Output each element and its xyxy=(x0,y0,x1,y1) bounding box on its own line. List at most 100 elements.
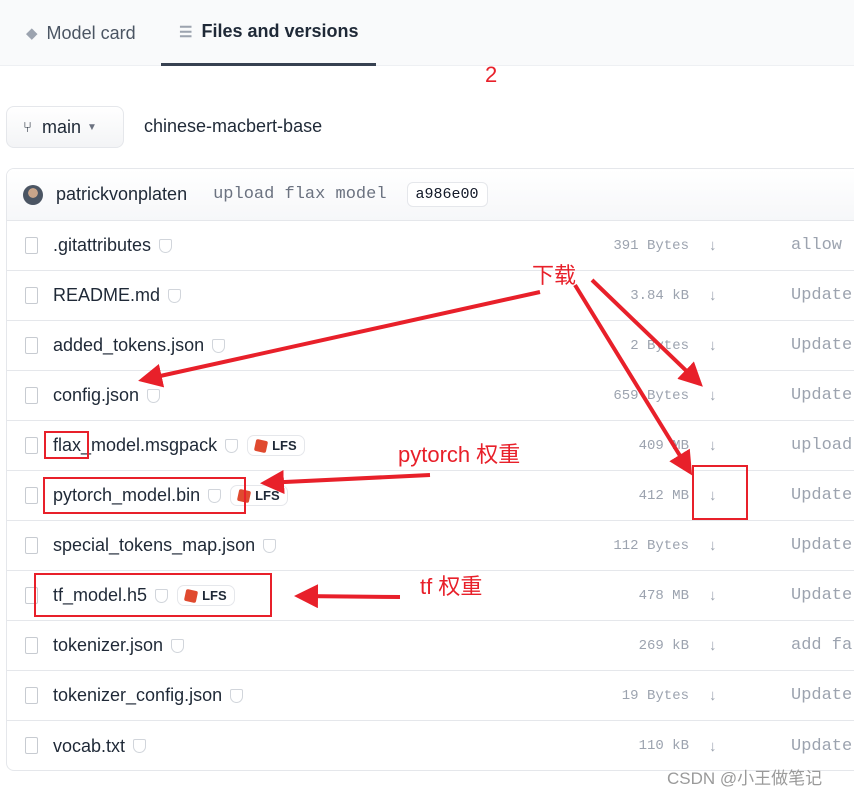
file-row: tokenizer.json 269 kB ↓ add fa xyxy=(7,621,854,671)
watermark: CSDN @小王做笔记 xyxy=(667,769,823,788)
shield-check-icon xyxy=(225,438,239,453)
lfs-cube-icon xyxy=(236,488,252,503)
lfs-cube-icon xyxy=(183,588,199,603)
file-icon xyxy=(25,537,38,554)
file-icon xyxy=(25,687,38,704)
file-icon xyxy=(25,587,38,604)
file-name-link[interactable]: flax_model.msgpack xyxy=(53,435,217,456)
file-commit-message[interactable]: upload xyxy=(791,436,852,455)
file-icon xyxy=(25,737,38,754)
commit-message[interactable]: upload flax model xyxy=(213,185,386,204)
lfs-badge: LFS xyxy=(177,585,235,606)
annotation-tf: tf 权重 xyxy=(420,574,483,599)
file-size: 269 kB xyxy=(638,637,689,654)
last-commit-header: patrickvonplaten upload flax model a986e… xyxy=(7,169,854,221)
file-size: 409 MB xyxy=(638,437,689,454)
file-size: 110 kB xyxy=(638,738,689,754)
files-icon: ☰ xyxy=(179,23,193,41)
file-commit-message[interactable]: add fa xyxy=(791,636,852,655)
file-icon xyxy=(25,487,38,504)
shield-check-icon xyxy=(171,638,185,653)
shield-check-icon xyxy=(155,588,169,603)
download-icon[interactable]: ↓ xyxy=(709,387,717,404)
file-icon xyxy=(25,337,38,354)
annotation-download: 下载 xyxy=(532,263,577,288)
shield-check-icon xyxy=(212,338,226,353)
lfs-cube-icon xyxy=(253,438,269,453)
repo-name: chinese-macbert-base xyxy=(144,116,323,136)
file-icon xyxy=(25,637,38,654)
avatar[interactable] xyxy=(23,184,43,205)
shield-check-icon xyxy=(133,739,147,753)
file-row: tokenizer_config.json 19 Bytes ↓ Update xyxy=(7,671,854,721)
file-size: 2 Bytes xyxy=(630,337,689,354)
file-row: special_tokens_map.json 112 Bytes ↓ Upda… xyxy=(7,521,854,571)
shield-check-icon xyxy=(208,488,222,503)
lfs-badge: LFS xyxy=(247,435,305,456)
download-icon[interactable]: ↓ xyxy=(709,487,717,504)
download-icon[interactable]: ↓ xyxy=(709,437,717,454)
file-name-link[interactable]: tokenizer_config.json xyxy=(53,685,222,706)
shield-check-icon xyxy=(147,388,161,403)
file-name-link[interactable]: special_tokens_map.json xyxy=(53,535,255,556)
download-icon[interactable]: ↓ xyxy=(709,237,717,254)
file-size: 478 MB xyxy=(638,587,689,604)
annotation-pytorch: pytorch 权重 xyxy=(398,442,521,467)
download-icon[interactable]: ↓ xyxy=(709,738,717,755)
file-icon xyxy=(25,437,38,454)
download-icon[interactable]: ↓ xyxy=(709,537,717,554)
file-icon xyxy=(25,387,38,404)
download-icon[interactable]: ↓ xyxy=(709,587,717,604)
file-name-link[interactable]: README.md xyxy=(53,285,160,306)
lfs-badge: LFS xyxy=(230,485,288,506)
shield-check-icon xyxy=(168,288,182,303)
shield-check-icon xyxy=(263,538,277,553)
file-commit-message[interactable]: Update xyxy=(791,586,852,605)
file-name-link[interactable]: .gitattributes xyxy=(53,235,151,256)
annotation-number: 2 xyxy=(485,62,498,87)
file-commit-message[interactable]: Update xyxy=(791,336,852,355)
git-branch-icon: ⑂ xyxy=(23,118,33,136)
file-name-link[interactable]: tokenizer.json xyxy=(53,635,163,656)
file-size: 412 MB xyxy=(638,487,689,504)
file-icon xyxy=(25,287,38,304)
cube-icon: ◆ xyxy=(26,25,38,42)
caret-down-icon: ▼ xyxy=(87,121,97,133)
file-row: README.md 3.84 kB ↓ Update xyxy=(7,271,854,321)
file-commit-message[interactable]: Update xyxy=(791,737,852,756)
file-row: added_tokens.json 2 Bytes ↓ Update xyxy=(7,321,854,371)
file-size: 112 Bytes xyxy=(613,537,689,554)
file-name-link[interactable]: config.json xyxy=(53,385,139,406)
file-name-link[interactable]: vocab.txt xyxy=(53,736,125,757)
file-commit-message[interactable]: Update xyxy=(791,386,852,405)
download-icon[interactable]: ↓ xyxy=(709,687,717,704)
file-size: 391 Bytes xyxy=(613,237,689,254)
file-name-link[interactable]: added_tokens.json xyxy=(53,335,204,356)
repo-tabs: ◆ Model card ☰ Files and versions xyxy=(0,0,854,66)
shield-check-icon xyxy=(230,688,244,703)
download-icon[interactable]: ↓ xyxy=(709,287,717,304)
file-size: 19 Bytes xyxy=(621,687,689,704)
file-name-link[interactable]: pytorch_model.bin xyxy=(53,485,200,506)
file-commit-message[interactable]: Update xyxy=(791,536,852,555)
tab-model-card[interactable]: ◆ Model card xyxy=(26,0,136,66)
file-commit-message[interactable]: Update xyxy=(791,686,852,705)
file-commit-message[interactable]: Update xyxy=(791,486,852,505)
file-row: pytorch_model.bin LFS 412 MB ↓ Update xyxy=(7,471,854,521)
download-icon[interactable]: ↓ xyxy=(709,637,717,654)
file-commit-message[interactable]: allow xyxy=(791,236,842,255)
file-table: patrickvonplaten upload flax model a986e… xyxy=(6,168,854,771)
download-icon[interactable]: ↓ xyxy=(709,337,717,354)
commit-sha[interactable]: a986e00 xyxy=(406,182,488,207)
file-name-link[interactable]: tf_model.h5 xyxy=(53,585,147,606)
file-row: .gitattributes 391 Bytes ↓ allow xyxy=(7,221,854,271)
shield-check-icon xyxy=(159,238,173,253)
file-size: 3.84 kB xyxy=(630,287,689,304)
tab-files-and-versions[interactable]: ☰ Files and versions xyxy=(161,0,376,66)
commit-author[interactable]: patrickvonplaten xyxy=(56,184,187,205)
file-row: config.json 659 Bytes ↓ Update xyxy=(7,371,854,421)
file-icon xyxy=(25,237,38,254)
file-size: 659 Bytes xyxy=(613,387,689,404)
file-commit-message[interactable]: Update xyxy=(791,286,852,305)
branch-selector[interactable]: ⑂ main ▼ xyxy=(6,106,124,148)
